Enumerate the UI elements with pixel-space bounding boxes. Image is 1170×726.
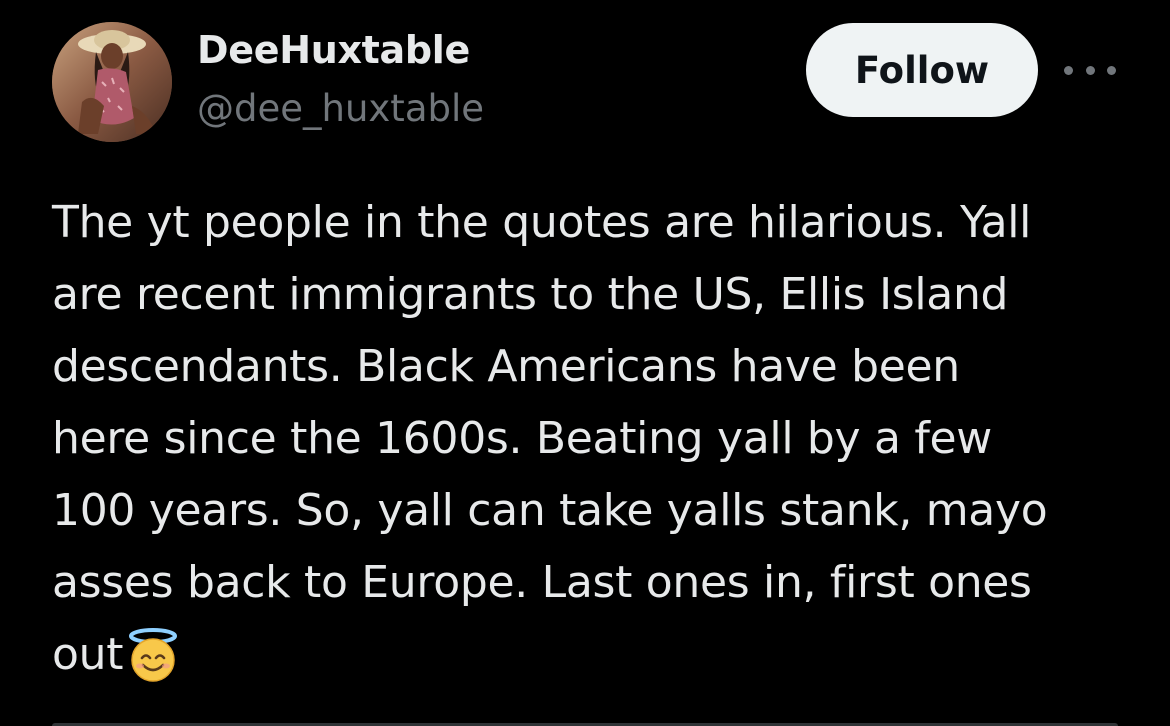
tweet-line: 100 years. So, yall can take yalls stank… — [52, 485, 1048, 536]
profile-photo — [52, 22, 172, 142]
tweet-line: are recent immigrants to the US, Ellis I… — [52, 269, 1009, 320]
tweet-text: The yt people in the quotes are hilariou… — [52, 187, 1152, 705]
tweet-line: here since the 1600s. Beating yall by a … — [52, 413, 992, 464]
user-handle[interactable]: @dee_huxtable — [197, 87, 484, 130]
more-dot — [1064, 65, 1073, 75]
tweet-line: The yt people in the quotes are hilariou… — [52, 197, 1032, 248]
tweet-line: descendants. Black Americans have been — [52, 341, 960, 392]
display-name[interactable]: DeeHuxtable — [197, 28, 470, 72]
more-dot — [1085, 65, 1095, 75]
more-horizontal-icon[interactable] — [1064, 52, 1116, 88]
tweet-line-last: out — [52, 619, 1152, 705]
follow-button[interactable]: Follow — [806, 23, 1038, 117]
avatar[interactable] — [52, 22, 172, 142]
smiling-face-with-halo-emoji — [125, 627, 181, 705]
more-dot — [1107, 65, 1116, 75]
tweet-line: asses back to Europe. Last ones in, firs… — [52, 557, 1032, 608]
tweet-line-text: out — [52, 629, 124, 680]
